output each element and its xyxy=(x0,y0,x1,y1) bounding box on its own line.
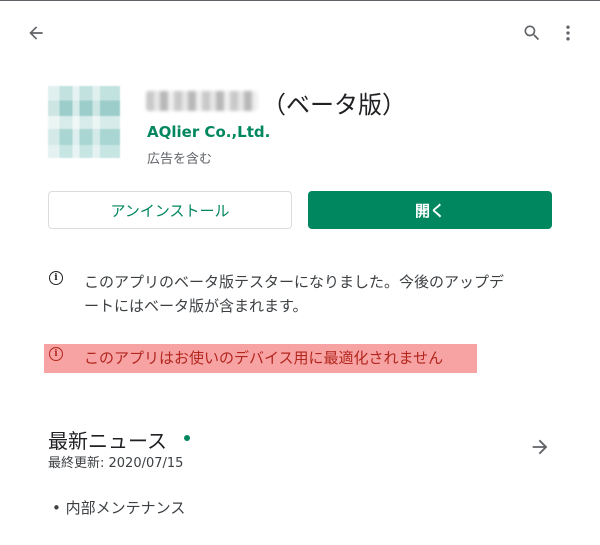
arrow-forward-icon xyxy=(532,439,548,455)
info-icon: i xyxy=(49,271,63,285)
new-indicator-dot xyxy=(184,435,190,441)
app-icon xyxy=(48,86,120,158)
developer-link[interactable]: AQlier Co.,Ltd. xyxy=(147,123,270,141)
news-list-item: • 内部メンテナンス xyxy=(52,499,186,517)
app-title-suffix: （ベータ版） xyxy=(262,91,406,119)
back-button[interactable] xyxy=(20,17,52,49)
device-warning-text: このアプリはお使いのデバイス用に最適化されません xyxy=(84,349,444,367)
contains-ads-label: 広告を含む xyxy=(147,152,213,167)
arrow-back-icon xyxy=(29,26,43,40)
open-button[interactable]: 開く xyxy=(308,191,552,229)
whats-new-title: 最新ニュース xyxy=(48,429,167,453)
whats-new-arrow-button[interactable] xyxy=(524,431,556,463)
search-icon xyxy=(524,25,540,41)
app-title-blurred xyxy=(146,91,258,111)
top-divider xyxy=(0,0,600,1)
more-options-button[interactable] xyxy=(552,17,584,49)
uninstall-button[interactable]: アンインストール xyxy=(48,191,292,229)
last-updated-date: 最終更新: 2020/07/15 xyxy=(48,456,184,471)
warning-info-icon: i xyxy=(49,347,63,361)
beta-tester-message: このアプリのベータ版テスターになりました。今後のアップデートにはベータ版が含まれ… xyxy=(84,273,505,315)
more-vert-icon xyxy=(566,25,570,41)
search-button[interactable] xyxy=(516,17,548,49)
